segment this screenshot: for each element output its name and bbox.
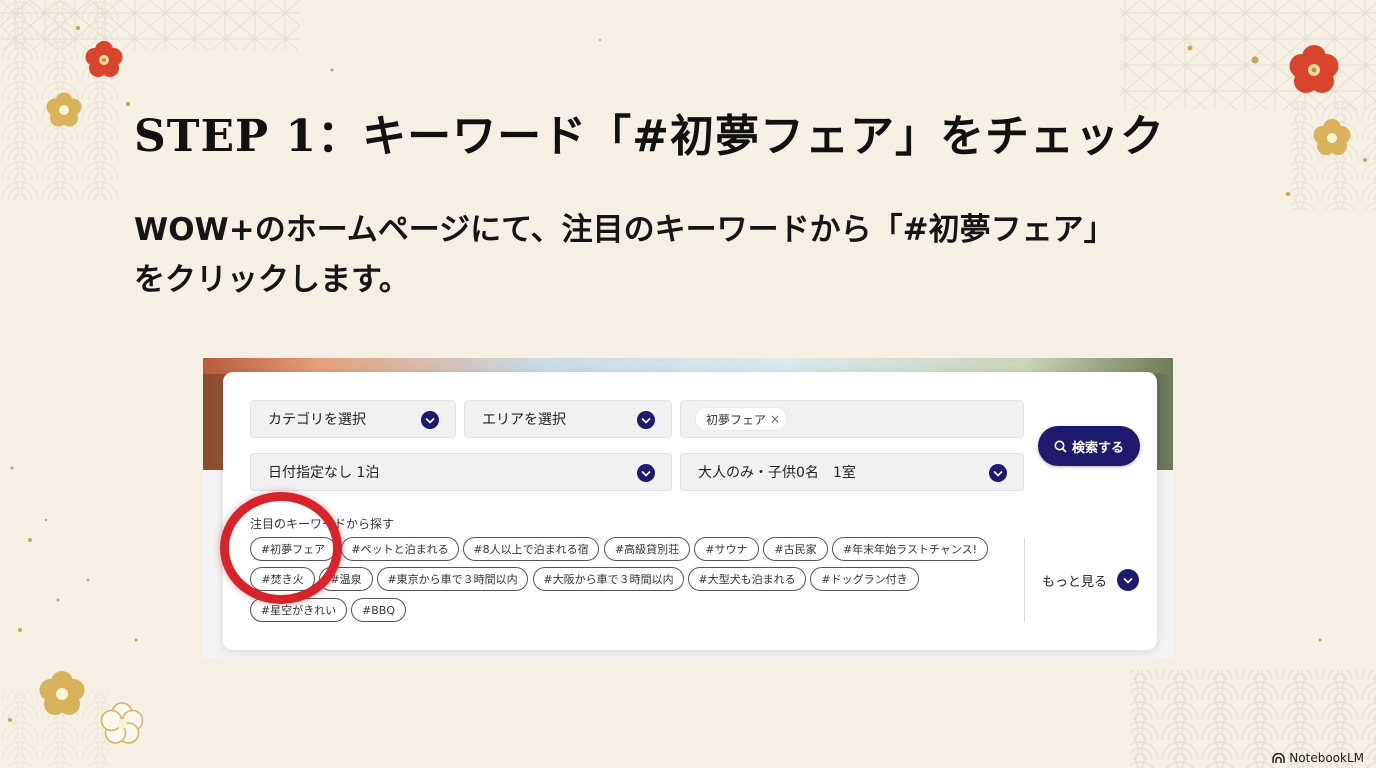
slide-title: STEP 1：キーワード「#初夢フェア」をチェック [134,111,1165,162]
date-select-label: 日付指定なし 1泊 [268,465,380,481]
notebooklm-logo-icon [1272,752,1286,763]
search-button[interactable]: 検索する [1038,426,1140,466]
search-panel: カテゴリを選択 エリアを選択 初夢フェア × 日付指定なし 1泊 大人のみ・子供… [223,372,1157,650]
keyword-tag[interactable]: #サウナ [694,537,759,561]
keyword-tag[interactable]: #高級貸別荘 [604,537,690,561]
chevron-down-icon [1117,569,1140,591]
keyword-tag[interactable]: #8人以上で泊まれる宿 [463,537,599,561]
keyword-tag[interactable]: #東京から車で３時間以内 [377,567,528,591]
close-icon[interactable]: × [770,412,780,426]
chevron-down-icon [637,464,655,482]
search-button-label: 検索する [1071,440,1124,456]
show-more-label: もっと見る [1042,574,1108,590]
divider [1024,538,1025,622]
keyword-chip[interactable]: 初夢フェア × [695,407,788,431]
guests-select-label: 大人のみ・子供0名 1室 [698,465,856,481]
keyword-tag[interactable]: #BBQ [351,598,406,622]
keyword-chip-label: 初夢フェア [706,412,767,427]
show-more-button[interactable]: もっと見る [1042,569,1140,591]
chevron-down-icon [421,411,439,429]
lead-line-2: をクリックします。 [134,262,410,298]
category-select-label: カテゴリを選択 [268,412,366,428]
area-select[interactable]: エリアを選択 [464,400,672,438]
notebooklm-branding: NotebookLM [1272,751,1364,765]
date-select[interactable]: 日付指定なし 1泊 [250,453,672,491]
keyword-tag[interactable]: #大型犬も泊まれる [688,567,806,591]
keyword-tag[interactable]: #古民家 [763,537,828,561]
chevron-down-icon [989,464,1007,482]
keyword-tag[interactable]: #ペットと泊まれる [341,537,459,561]
keyword-input[interactable]: 初夢フェア × [680,400,1024,438]
lead-line-1: WOW+のホームページにて、注目のキーワードから「#初夢フェア」 [134,212,1115,248]
brand-label: NotebookLM [1289,751,1364,765]
website-screenshot: カテゴリを選択 エリアを選択 初夢フェア × 日付指定なし 1泊 大人のみ・子供… [203,358,1173,658]
keyword-tag[interactable]: #ドッグラン付き [810,567,919,591]
chevron-down-icon [637,411,655,429]
keyword-tag[interactable]: #大阪から車で３時間以内 [533,567,684,591]
category-select[interactable]: カテゴリを選択 [250,400,456,438]
area-select-label: エリアを選択 [482,412,566,428]
highlight-circle [220,492,342,604]
search-icon [1054,440,1067,453]
keyword-tag[interactable]: #年末年始ラストチャンス! [832,537,988,561]
guests-select[interactable]: 大人のみ・子供0名 1室 [680,453,1024,491]
slide-lead: WOW+のホームページにて、注目のキーワードから「#初夢フェア」 をクリックしま… [134,205,1254,305]
